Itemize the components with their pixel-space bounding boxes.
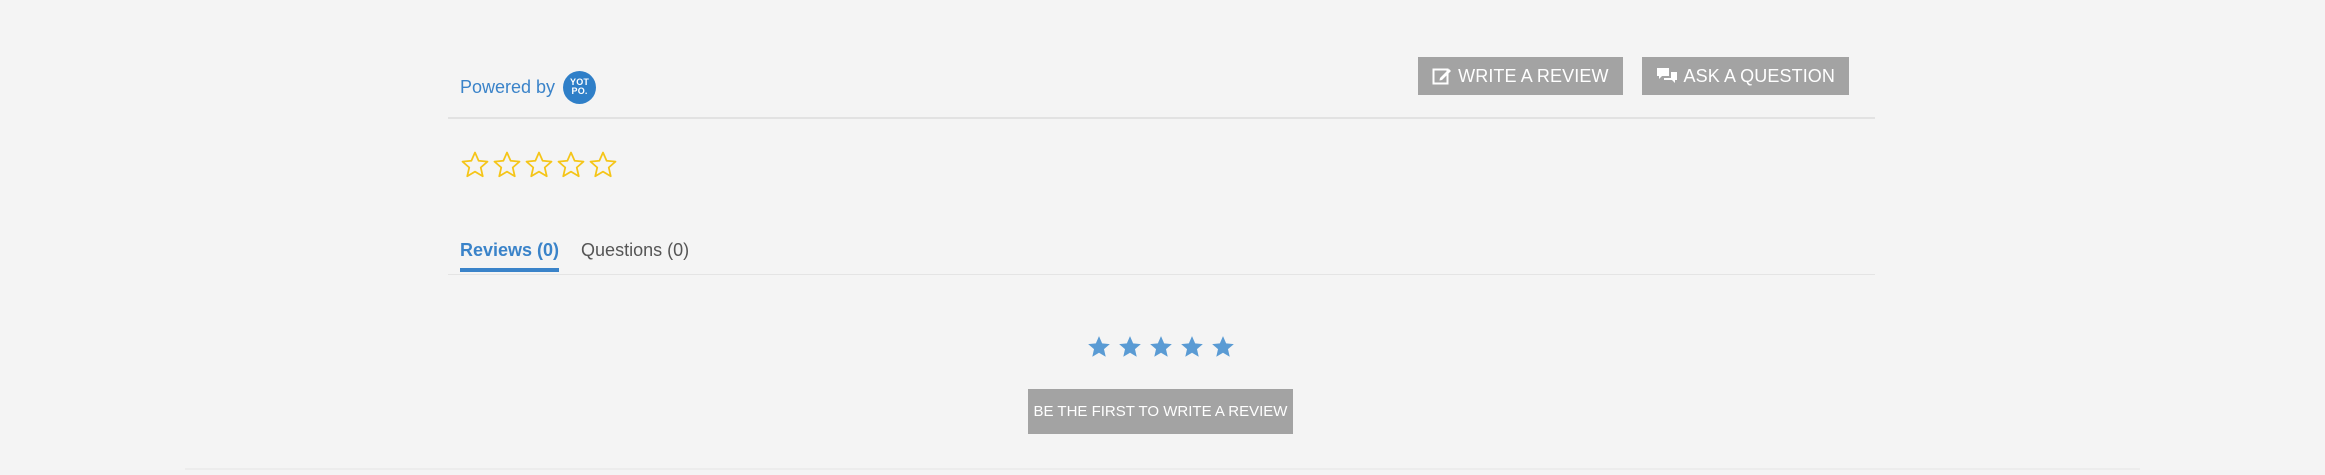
tab-reviews[interactable]: Reviews (0) [460,240,560,272]
write-review-button[interactable]: WRITE A REVIEW [1418,57,1623,95]
powered-by[interactable]: Powered by YOT PO. [460,70,597,104]
speech-bubbles-icon [1656,67,1678,85]
container-bottom-edge [185,468,2140,470]
powered-by-label: Powered by [460,76,556,97]
star-icon [1212,336,1234,357]
summary-star-rating [460,150,618,180]
be-first-review-button[interactable]: BE THE FIRST TO WRITE A REVIEW [1028,389,1293,434]
header-divider [448,117,1875,119]
reviews-widget: Powered by YOT PO. WRITE A REVIEW ASK A … [448,0,1875,470]
ask-question-button[interactable]: ASK A QUESTION [1641,57,1849,95]
action-buttons: WRITE A REVIEW ASK A QUESTION [1418,57,1849,95]
star-icon [1119,336,1141,357]
star-icon [1088,336,1110,357]
yotpo-logo[interactable]: YOT PO. [563,70,597,104]
empty-star-icon [461,151,489,178]
empty-state-stars [1086,334,1236,360]
pencil-icon [1432,66,1452,86]
yotpo-logo-line2: PO. [571,86,588,96]
star-icon [1181,336,1203,357]
page: Powered by YOT PO. WRITE A REVIEW ASK A … [0,0,2325,475]
star-icon [1150,336,1172,357]
tabs: Reviews (0) Questions (0) [460,240,689,272]
empty-star-icon [493,151,521,178]
write-review-label: WRITE A REVIEW [1458,65,1609,86]
empty-star-icon [525,151,553,178]
empty-star-icon [557,151,585,178]
tab-questions[interactable]: Questions (0) [581,240,689,269]
ask-question-label: ASK A QUESTION [1683,65,1835,86]
empty-star-icon [589,151,617,178]
tabs-divider [448,274,1875,275]
